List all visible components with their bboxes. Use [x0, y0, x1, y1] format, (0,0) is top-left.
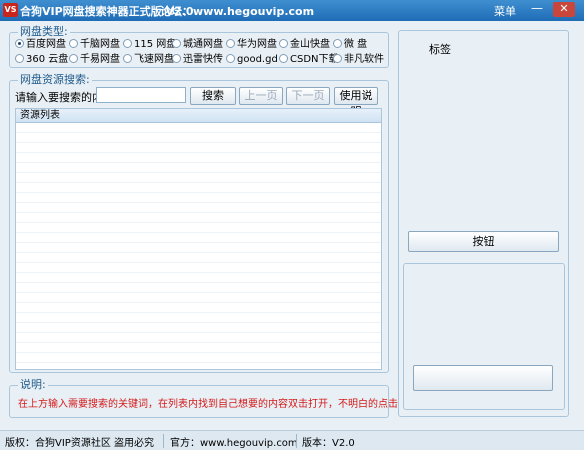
prev-page-button[interactable]: 上一页	[239, 87, 283, 105]
status-official-site[interactable]: 官方：www.hegouvip.com	[170, 434, 298, 449]
disk-option-label: good.gd	[237, 54, 278, 65]
disk-option-label: 千易网盘	[80, 54, 120, 65]
notes-text: 在上方输入需要搜索的关键词，在列表内找到自己想要的内容双击打开，不明白的点击上面…	[18, 399, 458, 410]
radio-icon[interactable]	[123, 39, 132, 48]
resource-list-rows[interactable]	[16, 123, 381, 369]
disk-option-radio[interactable]: good.gd	[226, 53, 278, 67]
radio-icon[interactable]	[123, 54, 132, 63]
radio-icon[interactable]	[226, 39, 235, 48]
bottom-button[interactable]	[413, 365, 553, 391]
disk-option-label: 百度网盘	[26, 39, 66, 50]
disk-option-label: CSDN下载	[290, 54, 339, 65]
disk-option-label: 金山快盘	[290, 39, 330, 50]
radio-icon[interactable]	[279, 54, 288, 63]
radio-icon[interactable]	[333, 54, 342, 63]
title-bar[interactable]: VS 合狗VIP网盘搜索神器正式版 V2.0 论坛：www.hegouvip.c…	[0, 0, 584, 21]
status-bar: 版权：合狗VIP资源社区 盗用必究 官方：www.hegouvip.com 版本…	[0, 430, 584, 450]
help-button[interactable]: 使用说明	[334, 87, 378, 118]
disk-option-radio[interactable]: 飞速网盘	[123, 53, 174, 67]
disk-option-radio[interactable]: 金山快盘	[279, 38, 330, 52]
disk-option-radio[interactable]: 千易网盘	[69, 53, 120, 67]
disk-type-title: 网盘类型:	[18, 25, 70, 39]
forum-link[interactable]: 论坛：www.hegouvip.com	[160, 3, 314, 19]
radio-icon[interactable]	[279, 39, 288, 48]
radio-icon[interactable]	[172, 39, 181, 48]
disk-option-label: 360 云盘	[26, 54, 69, 65]
status-separator	[163, 434, 164, 448]
radio-icon[interactable]	[69, 54, 78, 63]
search-group-title: 网盘资源搜索:	[18, 73, 92, 87]
minimize-icon[interactable]: —	[528, 2, 546, 17]
status-copyright: 版权：合狗VIP资源社区 盗用必究	[5, 438, 154, 449]
tag-label: 标签	[429, 43, 451, 56]
disk-option-radio[interactable]: 迅雷快传	[172, 53, 223, 67]
resource-list[interactable]: 资源列表	[15, 108, 382, 370]
disk-option-radio[interactable]: CSDN下载	[279, 53, 339, 67]
disk-option-label: 城通网盘	[183, 39, 223, 50]
radio-icon[interactable]	[226, 54, 235, 63]
action-button[interactable]: 按钮	[408, 231, 559, 252]
radio-icon[interactable]	[69, 39, 78, 48]
disk-option-radio[interactable]: 千脑网盘	[69, 38, 120, 52]
close-icon[interactable]: ✕	[553, 2, 575, 17]
disk-option-radio[interactable]: 百度网盘	[15, 38, 66, 52]
disk-option-label: 115 网盘	[134, 39, 177, 50]
status-version: 版本：V2.0	[302, 438, 355, 449]
app-logo-icon: VS	[3, 3, 18, 17]
resource-list-header[interactable]: 资源列表	[16, 109, 381, 123]
disk-option-radio[interactable]: 微 盘	[333, 38, 367, 52]
disk-option-label: 微 盘	[344, 39, 368, 50]
disk-option-label: 华为网盘	[237, 39, 277, 50]
disk-option-label: 飞速网盘	[134, 54, 174, 65]
disk-option-label: 非凡软件	[344, 54, 384, 65]
menu-button[interactable]: 菜单	[494, 3, 516, 19]
notes-title: 说明:	[18, 378, 48, 392]
disk-option-radio[interactable]: 华为网盘	[226, 38, 277, 52]
radio-icon[interactable]	[15, 54, 24, 63]
radio-icon[interactable]	[333, 39, 342, 48]
disk-option-label: 千脑网盘	[80, 39, 120, 50]
radio-icon[interactable]	[15, 39, 24, 48]
search-button[interactable]: 搜索	[190, 87, 236, 105]
disk-option-radio[interactable]: 360 云盘	[15, 53, 68, 67]
disk-option-label: 迅雷快传	[183, 54, 223, 65]
disk-option-radio[interactable]: 115 网盘	[123, 38, 176, 52]
radio-icon[interactable]	[172, 54, 181, 63]
disk-option-radio[interactable]: 城通网盘	[172, 38, 223, 52]
disk-option-radio[interactable]: 非凡软件	[333, 53, 384, 67]
status-separator	[296, 434, 297, 448]
next-page-button[interactable]: 下一页	[286, 87, 330, 105]
search-input[interactable]	[96, 87, 186, 103]
